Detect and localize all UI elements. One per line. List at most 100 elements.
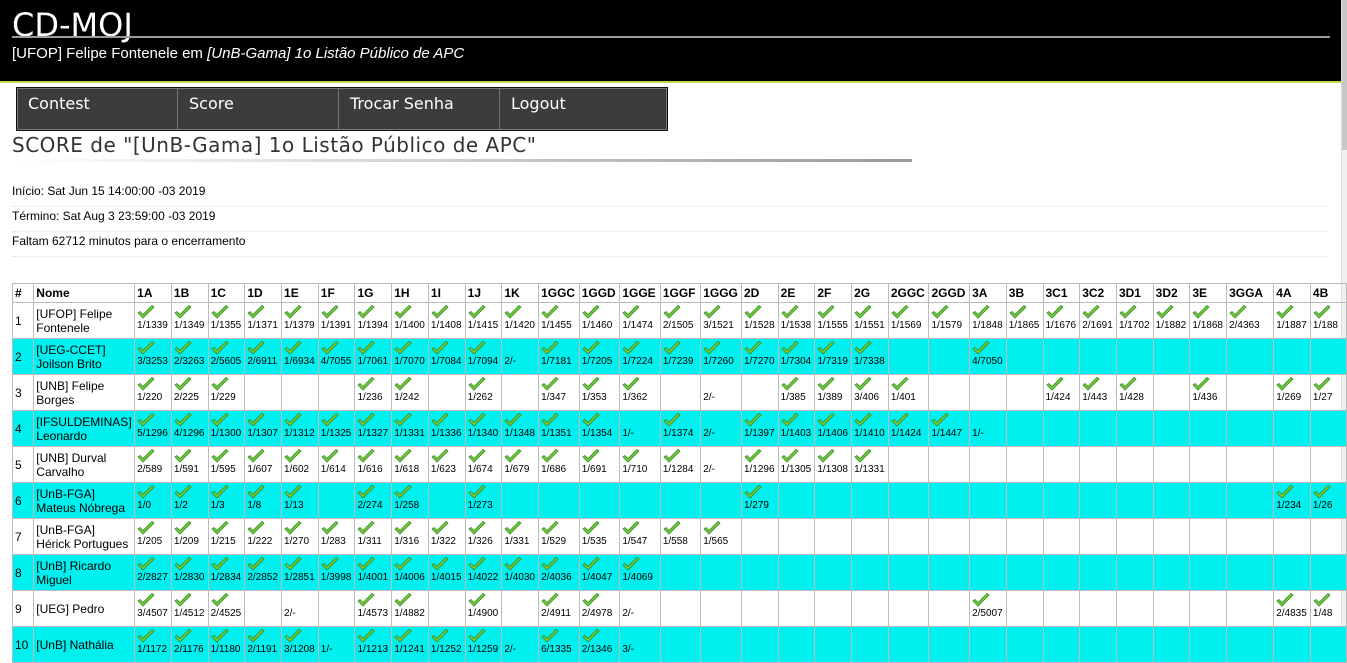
check-icon (582, 340, 618, 357)
table-row: 5 [UNB] Durval Carvalho 2/589 1/591 1/595 1/6… (11, 446, 1347, 483)
problem-cell: 1/686 (538, 446, 580, 483)
problem-cell (1042, 518, 1081, 555)
attempts-time: 1/234 (1276, 500, 1302, 511)
problem-cell (1226, 338, 1275, 375)
problem-cell: 2/4036 (538, 554, 580, 591)
problem-cell (969, 626, 1007, 663)
check-icon (211, 412, 243, 429)
menu-item-trocar-senha[interactable]: Trocar Senha (339, 88, 500, 130)
attempts-time: 2/5605 (210, 356, 242, 367)
check-icon (504, 448, 536, 465)
problem-cell (1079, 554, 1117, 591)
problem-cell: 1/1305 (777, 446, 816, 483)
menu-item-contest[interactable]: Contest (17, 88, 178, 130)
attempts-time: 2/5007 (972, 608, 1003, 619)
problem-cell: 2/1191 (244, 626, 283, 663)
check-icon (357, 628, 389, 645)
attempts-time: 1/424 (1045, 392, 1071, 403)
check-icon (247, 340, 279, 357)
attempts-time: 1/7260 (703, 356, 734, 367)
check-icon (744, 412, 776, 429)
problem-cell (1115, 626, 1154, 663)
attempts-time: 1/236 (357, 392, 383, 403)
col-header-problem: 1GGD (578, 283, 621, 303)
problem-cell (1079, 482, 1117, 519)
menu-item-score[interactable]: Score (178, 88, 339, 130)
contestant-name: [UnB] Ricardo Miguel (33, 554, 136, 591)
check-icon (468, 376, 500, 393)
check-icon (1313, 376, 1344, 393)
attempts-time: 1/1702 (1118, 320, 1150, 331)
problem-cell: 1/7304 (777, 338, 816, 375)
problem-cell (501, 590, 540, 627)
check-icon (582, 628, 618, 645)
check-icon (174, 304, 206, 321)
problem-cell (1042, 482, 1081, 519)
problem-cell: 1/- (619, 410, 661, 447)
problem-cell (1042, 590, 1081, 627)
attempts-time: 1/188 (1312, 320, 1338, 331)
attempts-time: 1/6934 (284, 356, 315, 367)
problem-cell: 1/1312 (281, 410, 319, 447)
check-icon (174, 412, 206, 429)
check-icon (174, 340, 206, 357)
attempts-time: 1/1348 (504, 428, 535, 439)
problem-cell: 1/4030 (501, 554, 540, 591)
problem-cell (244, 374, 283, 411)
check-icon (247, 484, 279, 501)
check-icon (137, 628, 169, 645)
contestant-name: [UNB] Felipe Borges (33, 374, 136, 411)
scrollbar-thumb[interactable] (1342, 0, 1347, 150)
problem-cell: 1/1406 (814, 410, 853, 447)
problem-cell (1115, 554, 1154, 591)
problem-cell (1189, 338, 1228, 375)
problem-cell: 4/7050 (969, 338, 1007, 375)
attempts-time: 3/1521 (703, 320, 734, 331)
problem-cell (1005, 626, 1044, 663)
problem-cell (1273, 554, 1311, 591)
attempts-time: 1/1397 (743, 428, 775, 439)
check-icon (357, 376, 389, 393)
check-icon (622, 556, 658, 573)
attempts-time: 1/389 (817, 392, 843, 403)
attempts-time: 1/215 (210, 536, 236, 547)
table-row: 8 [UnB] Ricardo Miguel 2/2827 1/2830 1/2834 2… (11, 554, 1347, 591)
attempts-time: 1/4900 (467, 608, 499, 619)
problem-cell: 6/1335 (538, 626, 580, 663)
menu-item-logout[interactable]: Logout (500, 88, 661, 130)
problem-cell (1226, 482, 1275, 519)
check-icon (284, 448, 316, 465)
problem-cell (578, 482, 621, 519)
problem-cell: 1/7061 (354, 338, 393, 375)
attempts-time: 1/436 (1192, 392, 1218, 403)
problem-cell: 1/236 (354, 374, 393, 411)
problem-cell (887, 554, 930, 591)
problem-cell: 3/- (619, 626, 661, 663)
problem-cell: 1/353 (578, 374, 621, 411)
problem-cell: 2/4363 (1226, 302, 1275, 339)
attempts-time: 1/1340 (467, 428, 499, 439)
check-icon (1229, 304, 1271, 321)
attempts-time: 1/1403 (780, 428, 812, 439)
problem-cell: 1/1397 (740, 410, 779, 447)
attempts-time: 2/4525 (210, 608, 242, 619)
problem-cell (427, 590, 466, 627)
attempts-time: 2/2852 (247, 572, 278, 583)
check-icon (357, 448, 389, 465)
problem-cell (1309, 410, 1347, 447)
attempts-time: 2/1691 (1082, 320, 1113, 331)
attempts-time: 1/1406 (817, 428, 848, 439)
problem-cell: 1/4006 (391, 554, 429, 591)
problem-cell (969, 482, 1007, 519)
problem-cell: 1/7070 (391, 338, 429, 375)
problem-cell: 1/- (317, 626, 356, 663)
problem-cell (777, 554, 816, 591)
attempts-time: 1/222 (247, 536, 273, 547)
page-title: SCORE de "[UnB-Gama] 1o Listão Público d… (12, 133, 537, 157)
problem-cell: 1/1528 (740, 302, 779, 339)
rank-cell: 5 (11, 446, 35, 483)
rank-cell: 7 (11, 518, 35, 555)
problem-cell (1005, 554, 1044, 591)
attempts-time: 1/1259 (467, 644, 499, 655)
problem-cell (1042, 626, 1081, 663)
